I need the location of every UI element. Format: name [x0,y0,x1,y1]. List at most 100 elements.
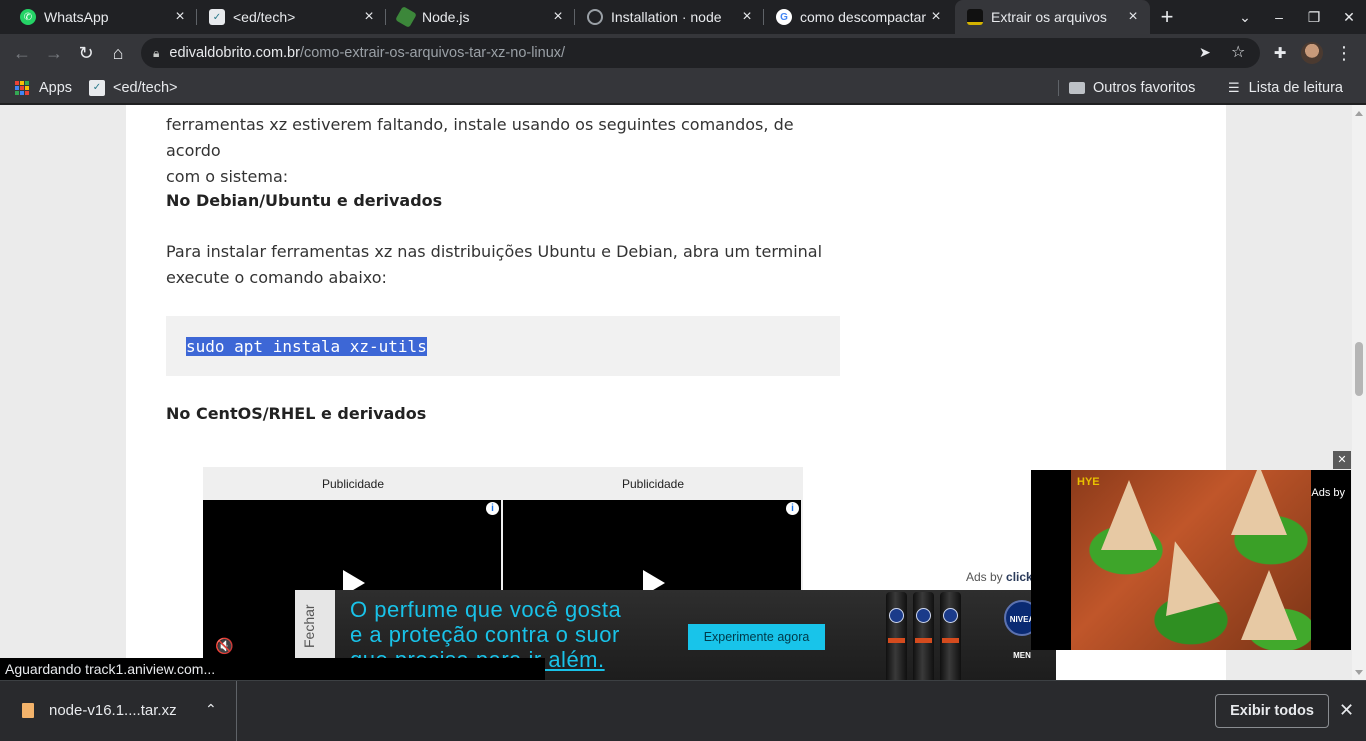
bookmark-apps[interactable]: Apps [15,78,72,98]
text-line: com o sistema: [166,167,289,186]
ad-label: Publicidade [621,477,685,491]
bookmark-label: Outros favoritos [1093,80,1196,96]
browser-toolbar: ← → ↻ ⌂ 🔒︎ edivaldobrito.com.br/como-ext… [0,34,1366,72]
nodejs-icon [395,6,417,28]
debian-paragraph: Para instalar ferramentas xz nas distrib… [166,239,826,291]
github-icon [587,9,603,25]
url-host: edivaldobrito.com.br [169,45,300,61]
code-command[interactable]: sudo apt instala xz-utils [186,337,427,356]
bookmark-star-icon[interactable]: ☆ [1231,42,1245,62]
tab-title: Node.js [422,9,470,25]
tab-title: como descompactar [800,9,927,25]
bookmark-edtech[interactable]: ✓ <ed/tech> [89,78,178,98]
url-text[interactable]: edivaldobrito.com.br/como-extrair-os-arq… [169,45,565,61]
bookmark-label: Lista de leitura [1248,80,1343,96]
lock-icon: 🔒︎ [153,45,160,60]
close-float-ad-button[interactable]: ✕ [1333,451,1351,469]
close-shelf-button[interactable]: ✕ [1339,700,1354,721]
address-bar[interactable]: 🔒︎ edivaldobrito.com.br/como-extrair-os-… [141,38,1260,68]
product-can-image [913,592,934,680]
bookmark-other-favorites[interactable]: Outros favoritos [1069,78,1195,98]
close-tab-icon[interactable]: × [738,8,756,26]
site-favicon-icon [967,9,983,25]
tab-search-button[interactable]: ⌄ [1228,0,1262,34]
close-window-button[interactable]: ✕ [1332,0,1366,34]
url-path: /como-extrair-os-arquivos-tar-xz-no-linu… [299,45,566,61]
heading-centos-rhel: No CentOS/RHEL e derivados [166,404,427,423]
archive-file-icon [22,703,34,718]
ad-info-icon[interactable]: i [486,502,499,515]
tab-title: WhatsApp [44,9,109,25]
apps-grid-icon [15,81,29,95]
tab-google-search[interactable]: G como descompactar × [764,0,953,34]
edtech-icon: ✓ [89,80,105,96]
product-can-image [886,592,907,680]
ads-by-label[interactable]: Ads by click [962,569,1037,585]
product-can-image [940,592,961,680]
downloads-shelf: node-v16.1....tar.xz ⌃ Exibir todos ✕ [0,680,1366,741]
new-tab-button[interactable]: + [1156,6,1178,28]
close-tab-icon[interactable]: × [549,8,567,26]
ad-badge: HYE [1077,476,1100,488]
reading-list-icon: ☰ [1228,80,1240,95]
bookmark-label: Apps [39,80,73,96]
ads-by-prefix: Ads by [966,570,1003,584]
tab-title: Extrair os arquivos [991,9,1107,25]
back-button[interactable]: ← [8,39,36,67]
text-line: execute o comando abaixo: [166,268,387,287]
edtech-icon: ✓ [209,9,225,25]
close-tab-icon[interactable]: × [360,8,378,26]
banner-headline: O perfume que você gosta [350,597,622,622]
profile-avatar[interactable] [1301,42,1323,64]
close-tab-icon[interactable]: × [171,8,189,26]
banner-headline: e a proteção contra o suor [350,622,620,647]
folder-icon [1069,82,1085,94]
text-line: ferramentas xz estiverem faltando, insta… [166,115,794,160]
reload-button[interactable]: ↻ [72,39,100,67]
send-to-devices-icon[interactable]: ➤ [1199,44,1211,61]
text-line: Para instalar ferramentas xz nas distrib… [166,242,823,261]
close-tab-icon[interactable]: × [927,8,945,26]
forward-button[interactable]: → [40,39,68,67]
download-filename[interactable]: node-v16.1....tar.xz [49,702,177,719]
scroll-down-arrow[interactable] [1355,670,1363,675]
ads-by-brand: click [1006,570,1033,584]
show-all-downloads-button[interactable]: Exibir todos [1215,694,1329,728]
tab-whatsapp[interactable]: ✆ WhatsApp × [8,0,197,34]
status-bubble: Aguardando track1.aniview.com... [0,658,545,680]
tab-edtech[interactable]: ✓ <ed/tech> × [197,0,386,34]
intro-paragraph: ferramentas xz estiverem faltando, insta… [166,112,826,190]
ad-label: Publicidade [321,477,385,491]
home-button[interactable]: ⌂ [104,39,132,67]
reading-list-button[interactable]: ☰ Lista de leitura [1228,78,1343,98]
scrollbar[interactable] [1352,105,1366,680]
ads-by-label[interactable]: Ads by [1311,487,1345,499]
whatsapp-icon: ✆ [20,9,36,25]
scrollbar-thumb[interactable] [1355,342,1363,396]
bookmarks-bar: Apps ✓ <ed/tech> Outros favoritos ☰ List… [0,72,1366,104]
ad-video-frame: HYE [1071,470,1311,650]
minimize-button[interactable]: – [1262,0,1296,34]
tab-title: <ed/tech> [233,9,296,25]
download-item[interactable]: node-v16.1....tar.xz ⌃ [0,681,237,741]
tab-installation[interactable]: Installation · node × [575,0,764,34]
tab-nodejs[interactable]: Node.js × [386,0,575,34]
tab-title: Installation · node [611,9,722,25]
tab-strip: ✆ WhatsApp × ✓ <ed/tech> × Node.js × Ins… [0,0,1366,34]
extensions-icon[interactable]: ✚ [1266,39,1294,67]
chevron-up-icon[interactable]: ⌃ [205,701,217,718]
google-icon: G [776,9,792,25]
page-viewport: ferramentas xz estiverem faltando, insta… [0,105,1352,680]
menu-icon[interactable]: ⋮ [1330,39,1358,67]
scroll-up-arrow[interactable] [1355,111,1363,116]
heading-debian-ubuntu: No Debian/Ubuntu e derivados [166,191,443,210]
ad-info-icon[interactable]: i [786,502,799,515]
banner-cta-button[interactable]: Experimente agora [688,624,825,650]
bookmark-label: <ed/tech> [113,80,178,96]
close-tab-icon[interactable]: × [1124,8,1142,26]
mute-icon[interactable]: 🔇 [215,637,234,655]
maximize-button[interactable]: ❐ [1297,0,1331,34]
code-block[interactable]: sudo apt instala xz-utils [166,316,840,376]
floating-video-ad[interactable]: HYE Ads by [1031,470,1351,650]
tab-extrair-arquivos[interactable]: Extrair os arquivos × [955,0,1150,34]
